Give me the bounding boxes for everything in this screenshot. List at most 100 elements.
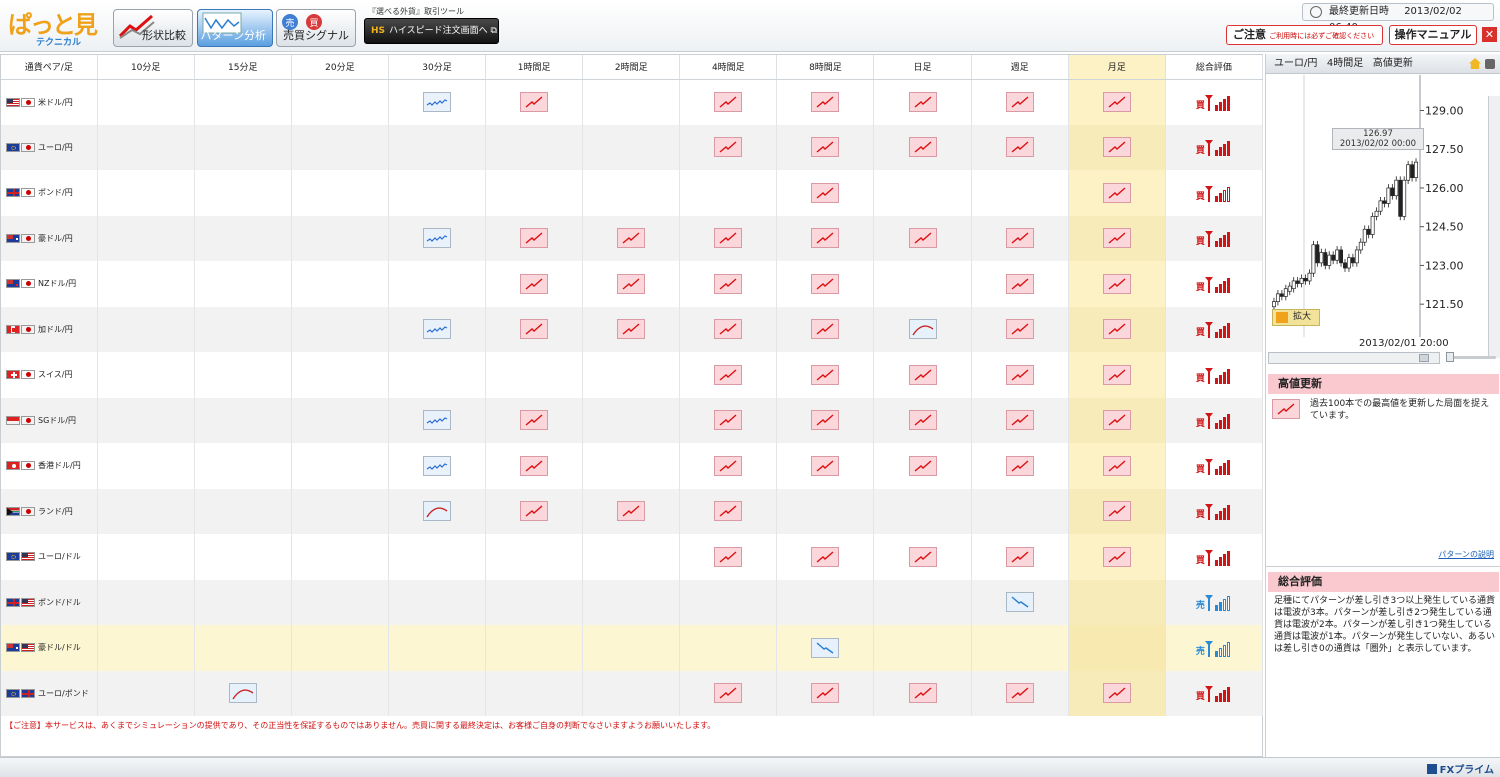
pattern-cell[interactable] <box>679 215 778 261</box>
uptrend-pattern-icon[interactable] <box>1102 273 1131 294</box>
uptrend-pattern-icon[interactable] <box>617 501 646 522</box>
uptrend-pattern-icon[interactable] <box>811 410 840 431</box>
uptrend-pattern-icon[interactable] <box>811 455 840 476</box>
uptrend-pattern-icon[interactable] <box>908 228 937 249</box>
wave-pattern-icon[interactable] <box>422 455 451 476</box>
pattern-cell[interactable] <box>1068 79 1166 125</box>
pattern-help-link[interactable]: パターンの説明 <box>1438 549 1494 560</box>
pattern-cell[interactable] <box>582 261 681 307</box>
uptrend-pattern-icon[interactable] <box>520 92 549 112</box>
pattern-cell[interactable] <box>873 124 972 170</box>
pattern-cell[interactable] <box>679 488 778 534</box>
rounded-top-pattern-icon[interactable] <box>422 501 451 522</box>
chart-vertical-scrollbar[interactable] <box>1488 96 1500 358</box>
pattern-cell[interactable] <box>194 670 292 716</box>
pair-cell[interactable]: ポンド/ドル <box>1 579 98 625</box>
pattern-cell[interactable] <box>1068 443 1166 489</box>
pattern-cell[interactable] <box>776 79 875 125</box>
uptrend-pattern-icon[interactable] <box>520 273 549 294</box>
currency-row[interactable]: 豪ドル/ドル 売 <box>1 625 1264 671</box>
pair-cell[interactable]: 豪ドル/円 <box>1 215 98 261</box>
uptrend-pattern-icon[interactable] <box>520 410 549 431</box>
rounded-top-pattern-icon[interactable] <box>908 319 937 340</box>
pair-cell[interactable]: 香港ドル/円 <box>1 443 98 489</box>
uptrend-pattern-icon[interactable] <box>714 228 743 249</box>
pattern-cell[interactable] <box>873 352 972 398</box>
currency-row[interactable]: 豪ドル/円 買 <box>1 215 1264 261</box>
pattern-cell[interactable] <box>1068 352 1166 398</box>
pattern-cell[interactable] <box>776 306 875 352</box>
pattern-cell[interactable] <box>873 79 972 125</box>
pattern-cell[interactable] <box>679 306 778 352</box>
pattern-cell[interactable] <box>388 443 487 489</box>
uptrend-pattern-icon[interactable] <box>811 683 840 704</box>
uptrend-pattern-icon[interactable] <box>908 410 937 431</box>
pattern-cell[interactable] <box>776 170 875 216</box>
uptrend-pattern-icon[interactable] <box>1102 410 1131 431</box>
uptrend-pattern-icon[interactable] <box>714 92 743 112</box>
uptrend-pattern-icon[interactable] <box>520 501 549 522</box>
pattern-cell[interactable] <box>971 534 1069 580</box>
nav-shape-compare-button[interactable]: 形状比較 <box>113 9 193 47</box>
pattern-cell[interactable] <box>776 215 875 261</box>
uptrend-pattern-icon[interactable] <box>1005 364 1034 385</box>
currency-row[interactable]: NZドル/円 買 <box>1 261 1264 307</box>
pattern-cell[interactable] <box>1068 534 1166 580</box>
pattern-cell[interactable] <box>679 534 778 580</box>
pattern-cell[interactable] <box>679 261 778 307</box>
uptrend-pattern-icon[interactable] <box>908 683 937 704</box>
wave-pattern-icon[interactable] <box>422 410 451 431</box>
uptrend-pattern-icon[interactable] <box>714 319 743 340</box>
pair-cell[interactable]: SGドル/円 <box>1 397 98 443</box>
print-icon[interactable] <box>1485 59 1495 69</box>
uptrend-pattern-icon[interactable] <box>1102 319 1131 340</box>
pattern-cell[interactable] <box>1068 170 1166 216</box>
uptrend-pattern-icon[interactable] <box>1102 228 1131 249</box>
slider-knob[interactable] <box>1446 352 1454 362</box>
uptrend-pattern-icon[interactable] <box>1102 137 1131 158</box>
uptrend-pattern-icon[interactable] <box>617 228 646 249</box>
currency-row[interactable]: 米ドル/円 買 <box>1 79 1264 125</box>
pattern-cell[interactable] <box>1068 261 1166 307</box>
pattern-cell[interactable] <box>679 79 778 125</box>
pattern-cell[interactable] <box>485 488 584 534</box>
pattern-cell[interactable] <box>776 124 875 170</box>
pattern-cell[interactable] <box>971 306 1069 352</box>
uptrend-pattern-icon[interactable] <box>908 92 937 112</box>
uptrend-pattern-icon[interactable] <box>1102 501 1131 522</box>
uptrend-pattern-icon[interactable] <box>617 273 646 294</box>
pattern-cell[interactable] <box>679 397 778 443</box>
pattern-cell[interactable] <box>971 79 1069 125</box>
rounded-top-pattern-icon[interactable] <box>228 683 257 704</box>
pattern-cell[interactable] <box>1068 124 1166 170</box>
caution-button[interactable]: ご注意 ご利用時には必ずご確認ください <box>1226 25 1383 45</box>
pair-cell[interactable]: ランド/円 <box>1 488 98 534</box>
uptrend-pattern-icon[interactable] <box>811 92 840 112</box>
uptrend-pattern-icon[interactable] <box>811 273 840 294</box>
pattern-cell[interactable] <box>679 670 778 716</box>
downtrend-pattern-icon[interactable] <box>811 637 840 658</box>
pattern-cell[interactable] <box>679 443 778 489</box>
pattern-cell[interactable] <box>388 306 487 352</box>
pattern-cell[interactable] <box>776 625 875 671</box>
uptrend-pattern-icon[interactable] <box>714 137 743 158</box>
pattern-cell[interactable] <box>776 261 875 307</box>
wave-pattern-icon[interactable] <box>422 319 451 340</box>
chart-horizontal-scrollbar[interactable] <box>1268 352 1440 364</box>
currency-row[interactable]: ユーロ/円 買 <box>1 124 1264 170</box>
pattern-cell[interactable] <box>971 215 1069 261</box>
pair-cell[interactable]: ユーロ/円 <box>1 124 98 170</box>
pattern-cell[interactable] <box>776 443 875 489</box>
pattern-cell[interactable] <box>971 397 1069 443</box>
pattern-cell[interactable] <box>485 215 584 261</box>
currency-row[interactable]: スイス/円 買 <box>1 352 1264 398</box>
pattern-cell[interactable] <box>485 261 584 307</box>
uptrend-pattern-icon[interactable] <box>1005 92 1034 112</box>
pair-cell[interactable]: 豪ドル/ドル <box>1 625 98 671</box>
pair-cell[interactable]: NZドル/円 <box>1 261 98 307</box>
pattern-cell[interactable] <box>873 397 972 443</box>
uptrend-pattern-icon[interactable] <box>1005 228 1034 249</box>
pattern-cell[interactable] <box>971 352 1069 398</box>
pattern-cell[interactable] <box>873 306 972 352</box>
pattern-cell[interactable] <box>1068 670 1166 716</box>
